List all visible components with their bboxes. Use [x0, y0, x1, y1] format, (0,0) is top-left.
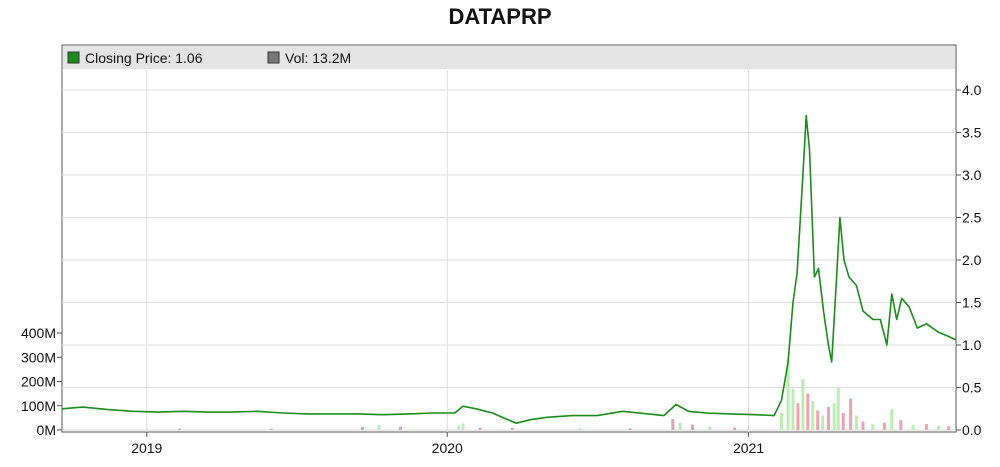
volume-bar: [510, 427, 514, 430]
price-tick-label: 1.0: [962, 337, 982, 353]
volume-bar: [733, 427, 737, 430]
stock-chart: Closing Price: 1.06 Vol: 13.2M 0.0 0.5 1.0 1…: [21, 44, 982, 456]
legend-swatch: [267, 51, 280, 64]
volume-bar: [791, 388, 795, 430]
volume-bar: [890, 409, 894, 430]
volume-bar: [801, 379, 805, 430]
price-tick-label: 3.0: [962, 167, 982, 183]
volume-bar: [398, 426, 402, 430]
volume-tick-label: 400M: [21, 325, 56, 341]
volume-bar: [911, 425, 915, 430]
legend: Closing Price: 1.06 Vol: 13.2M: [63, 46, 955, 69]
volume-bar: [691, 424, 695, 430]
price-tick-label: 2.0: [962, 252, 982, 268]
price-tick-label: 3.5: [962, 125, 982, 141]
price-tick-label: 2.5: [962, 210, 982, 226]
volume-bar: [861, 421, 865, 430]
volume-bar: [854, 415, 858, 430]
x-tick-label: 2019: [131, 440, 162, 456]
legend-swatch: [67, 51, 80, 64]
price-tick-label: 4.0: [962, 82, 982, 98]
volume-bar: [578, 428, 582, 430]
volume-bar: [899, 420, 903, 430]
plot-area: [61, 44, 957, 433]
volume-bar: [360, 427, 364, 430]
volume-bar: [937, 425, 941, 430]
volume-tick-label: 0M: [37, 422, 56, 438]
volume-bar: [671, 419, 675, 430]
volume-bar: [461, 423, 465, 430]
volume-bar: [796, 403, 800, 430]
price-tick-label: 1.5: [962, 295, 982, 311]
volume-bar: [806, 393, 810, 430]
x-tick-label: 2021: [733, 440, 764, 456]
volume-bar: [821, 415, 825, 430]
x-tick-label: 2020: [432, 440, 463, 456]
volume-bar: [178, 428, 182, 430]
volume-bar: [708, 426, 712, 430]
volume-tick-label: 300M: [21, 349, 56, 365]
volume-bar: [924, 423, 928, 430]
volume-bar: [826, 406, 830, 430]
volume-bar: [841, 413, 845, 430]
volume-tick-label: 100M: [21, 398, 56, 414]
volume-bar: [849, 398, 853, 430]
volume-bar: [457, 425, 461, 430]
volume-bar: [811, 400, 815, 430]
volume-bar: [832, 403, 836, 430]
price-tick-label: 0.5: [962, 380, 982, 396]
volume-bar: [377, 424, 381, 430]
volume-bar: [816, 410, 820, 430]
legend-label: Vol: 13.2M: [285, 50, 351, 66]
volume-bar: [836, 387, 840, 430]
price-tick-label: 0.0: [962, 422, 982, 438]
legend-label: Closing Price: 1.06: [85, 50, 203, 66]
volume-bar: [871, 423, 875, 430]
volume-bar: [628, 428, 632, 430]
volume-bar: [947, 426, 951, 430]
volume-bar: [269, 428, 273, 430]
volume-tick-label: 200M: [21, 374, 56, 390]
volume-bar: [478, 427, 482, 430]
volume-bar: [678, 422, 682, 430]
volume-bar: [779, 413, 783, 430]
volume-bar: [882, 422, 886, 430]
